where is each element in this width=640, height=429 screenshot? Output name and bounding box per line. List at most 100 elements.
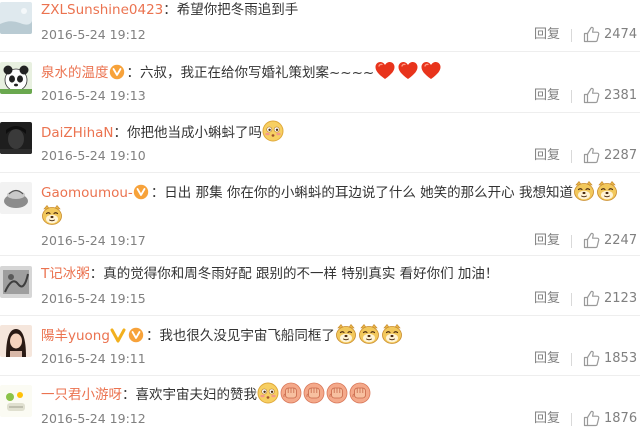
comment-item: 泉水的温度 ：六叔，我正在给你写婚礼策划案~~~~ 2016-5-24 19:13… [0,60,640,121]
comment-time: 2016-5-24 19:13 [41,88,146,103]
comment-text-line: 泉水的温度 ：六叔，我正在给你写婚礼策划案~~~~ [41,60,443,82]
meta-separator [571,29,572,42]
username-link[interactable]: Gaomoumou- [41,185,133,201]
comment-text-line: 一只君小游呀：喜欢宇宙夫妇的赞我 [41,382,372,402]
thumbs-up-icon[interactable] [583,410,600,427]
comment-meta: 2016-5-24 19:11 回复 1853 [41,350,640,368]
doge-emoji-icon [596,180,618,202]
like-count[interactable]: 2247 [604,232,637,250]
meta-separator [571,90,572,103]
comment-text-line: DaiZHihaN：你把他当成小蝌蚪了吗 [41,120,285,140]
heart-eyes-emoji-icon [257,382,279,404]
comment-item: ZXLSunshine0423：希望你把冬雨追到手 2016-5-24 19:1… [0,0,640,61]
comment-time: 2016-5-24 19:10 [41,148,146,163]
doge-emoji-icon [335,323,357,345]
vip-badge-icon[interactable] [109,64,125,80]
username-link[interactable]: 陽羊yuong [41,328,110,344]
comment-item: 一只君小游呀：喜欢宇宙夫妇的赞我 2016-5-24 19:12 回复 1876 [0,382,640,429]
like-count[interactable]: 1876 [604,410,637,428]
like-count[interactable]: 2474 [604,26,637,44]
avatar[interactable] [0,385,32,417]
comment-meta: 2016-5-24 19:17 回复 2247 [41,232,640,250]
heart-emoji-icon [397,60,419,82]
comment-text-line-2 [41,204,64,224]
username-link[interactable]: ZXLSunshine0423 [41,2,163,18]
avatar[interactable] [0,266,32,298]
comment-divider [0,255,640,256]
comment-time: 2016-5-24 19:12 [41,411,146,426]
thumbs-up-icon[interactable] [583,290,600,307]
comment-meta: 2016-5-24 19:12 回复 1876 [41,410,640,428]
thumbs-up-icon[interactable] [583,147,600,164]
verified-v-icon[interactable] [110,327,126,343]
fist-emoji-icon [349,382,371,404]
avatar[interactable] [0,325,32,357]
thumbs-up-icon[interactable] [583,87,600,104]
meta-separator [571,150,572,163]
comment-time: 2016-5-24 19:17 [41,233,146,248]
comment-meta: 2016-5-24 19:12 回复 2474 [41,26,640,44]
fist-emoji-icon [280,382,302,404]
comment-text: ：你把他当成小蝌蚪了吗 [113,125,263,141]
comment-text: ：日出 那集 你在你的小蝌蚪的耳边说了什么 她笑的那么开心 我想知道 [150,185,573,201]
reply-button[interactable]: 回复 [534,410,560,428]
like-count[interactable]: 2381 [604,87,637,105]
comment-item: 陽羊yuong ：我也很久没见宇宙飞船同框了 2016-5-24 19:11 回复… [0,323,640,384]
thumbs-up-icon[interactable] [583,232,600,249]
vip-badge-icon[interactable] [128,327,144,343]
avatar[interactable] [0,2,32,34]
vip-badge-icon[interactable] [133,184,149,200]
meta-separator [571,235,572,248]
comment-divider [0,112,640,113]
thumbs-up-icon[interactable] [583,26,600,43]
comment-time: 2016-5-24 19:15 [41,291,146,306]
comment-item: DaiZHihaN：你把他当成小蝌蚪了吗 2016-5-24 19:10 回复 … [0,120,640,181]
reply-button[interactable]: 回复 [534,232,560,250]
doge-emoji-icon [358,323,380,345]
reply-button[interactable]: 回复 [534,350,560,368]
comment-divider [0,315,640,316]
thumbs-up-icon[interactable] [583,350,600,367]
comment-text: ：喜欢宇宙夫妇的赞我 [122,387,257,403]
heart-emoji-icon [420,60,442,82]
username-link[interactable]: 泉水的温度 [41,65,109,81]
avatar[interactable] [0,122,32,154]
avatar[interactable] [0,62,32,94]
meta-separator [571,413,572,426]
reply-button[interactable]: 回复 [534,26,560,44]
comment-time: 2016-5-24 19:11 [41,351,146,366]
comment-text-line: 陽羊yuong ：我也很久没见宇宙飞船同框了 [41,323,404,343]
username-link[interactable]: DaiZHihaN [41,125,114,141]
like-count[interactable]: 2287 [604,147,637,165]
comment-text: ：真的觉得你和周冬雨好配 跟别的不一样 特别真实 看好你们 加油！ [89,266,499,282]
comment-meta: 2016-5-24 19:15 回复 2123 [41,290,640,308]
comment-divider [0,375,640,376]
comment-time: 2016-5-24 19:12 [41,27,146,42]
username-link[interactable]: 一只君小游呀 [41,387,122,403]
username-link[interactable]: T记冰粥 [41,266,90,282]
comment-text-line: T记冰粥：真的觉得你和周冬雨好配 跟别的不一样 特别真实 看好你们 加油！ [41,264,498,284]
reply-button[interactable]: 回复 [534,290,560,308]
comment-text-line: Gaomoumou- ：日出 那集 你在你的小蝌蚪的耳边说了什么 她笑的那么开心 … [41,180,619,200]
reply-button[interactable]: 回复 [534,87,560,105]
reply-button[interactable]: 回复 [534,147,560,165]
doge-emoji-icon [381,323,403,345]
like-count[interactable]: 1853 [604,350,637,368]
fist-emoji-icon [303,382,325,404]
blush-emoji-icon [262,120,284,142]
like-count[interactable]: 2123 [604,290,637,308]
comment-divider [0,51,640,52]
comment-list: ZXLSunshine0423：希望你把冬雨追到手 2016-5-24 19:1… [0,0,640,429]
comment-text: ：我也很久没见宇宙飞船同框了 [145,328,335,344]
comment-item: Gaomoumou- ：日出 那集 你在你的小蝌蚪的耳边说了什么 她笑的那么开心 … [0,180,640,262]
fist-emoji-icon [326,382,348,404]
comment-text: ：六叔，我正在给你写婚礼策划案~~~~ [126,65,375,81]
comment-text-line: ZXLSunshine0423：希望你把冬雨追到手 [41,0,298,20]
heart-emoji-icon [374,60,396,82]
doge-emoji-icon [41,204,63,226]
doge-emoji-icon [573,180,595,202]
meta-separator [571,353,572,366]
meta-separator [571,293,572,306]
comment-item: T记冰粥：真的觉得你和周冬雨好配 跟别的不一样 特别真实 看好你们 加油！ 20… [0,264,640,325]
avatar[interactable] [0,182,32,214]
